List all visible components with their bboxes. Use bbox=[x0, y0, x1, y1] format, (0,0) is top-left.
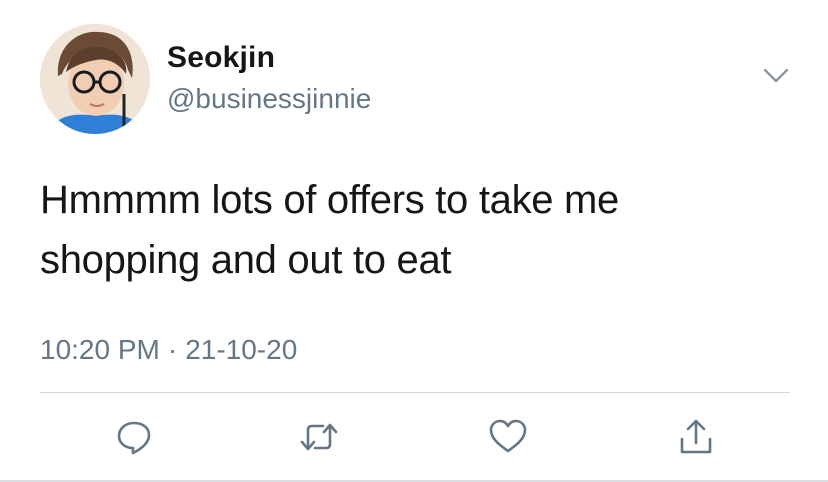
like-button[interactable] bbox=[488, 417, 528, 457]
chevron-down-icon[interactable] bbox=[762, 66, 790, 86]
tweet-date: 21-10-20 bbox=[185, 334, 298, 365]
tweet-text-line-2: shopping and out to eat bbox=[40, 238, 452, 282]
divider bbox=[40, 392, 790, 393]
tweet-timestamp[interactable]: 10:20 PM · 21-10-20 bbox=[40, 332, 297, 368]
share-button[interactable] bbox=[676, 417, 716, 457]
heart-icon bbox=[489, 419, 527, 453]
retweet-button[interactable] bbox=[299, 417, 339, 457]
tweet-time: 10:20 PM bbox=[40, 334, 160, 365]
avatar-photo-icon bbox=[40, 24, 150, 134]
reply-icon bbox=[117, 421, 151, 455]
tweet-card: Seokjin @businessjinnie Hmmmm lots of of… bbox=[0, 0, 828, 482]
display-name[interactable]: Seokjin bbox=[167, 40, 371, 76]
timestamp-separator: · bbox=[167, 334, 178, 365]
user-info: Seokjin @businessjinnie bbox=[167, 40, 371, 116]
user-handle[interactable]: @businessjinnie bbox=[167, 82, 371, 116]
tweet-text-line-1: Hmmmm lots of offers to take me bbox=[40, 178, 620, 222]
retweet-icon bbox=[300, 423, 338, 451]
reply-button[interactable] bbox=[114, 417, 154, 457]
tweet-text: Hmmmm lots of offers to take me shopping… bbox=[40, 170, 800, 290]
avatar[interactable] bbox=[40, 24, 150, 134]
share-icon bbox=[680, 419, 712, 454]
